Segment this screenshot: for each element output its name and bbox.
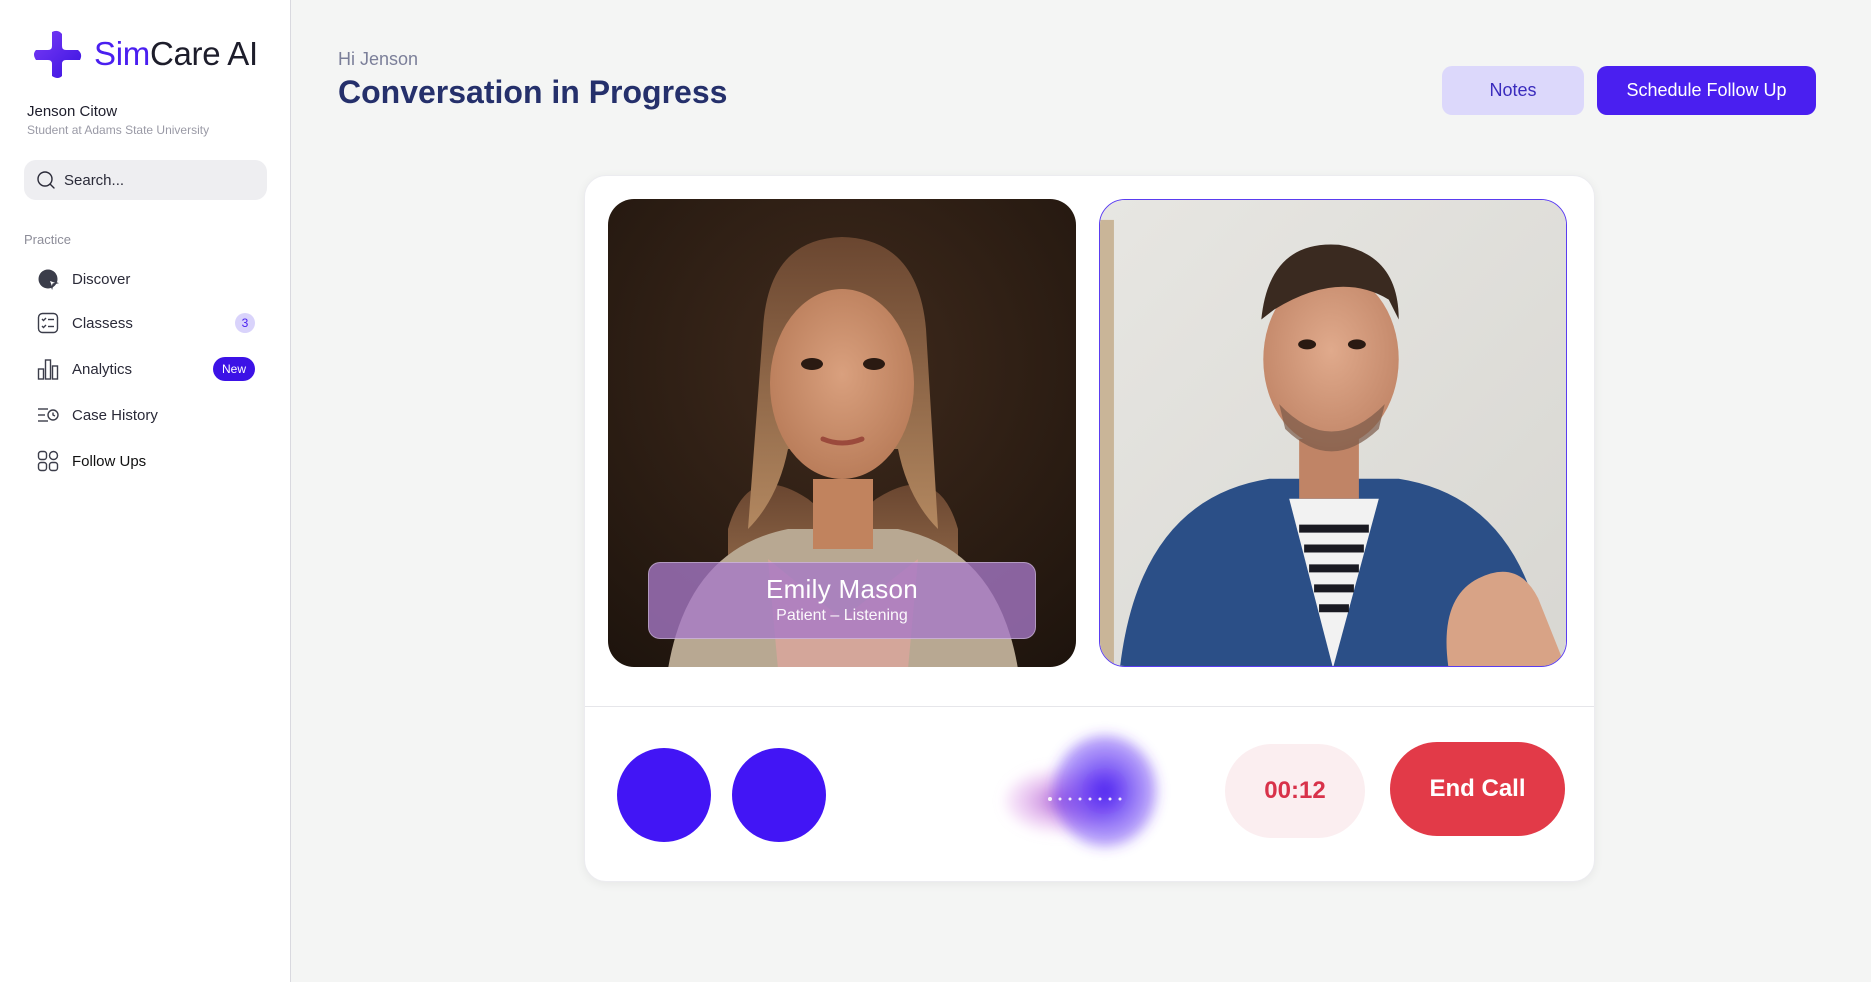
brand-name-part2: Care AI [149,35,258,72]
search-icon [37,171,55,189]
patient-video: Emily Mason Patient – Listening [608,199,1076,667]
count-badge: 3 [235,313,255,333]
user-subtitle: Student at Adams State University [27,123,210,137]
page-title: Conversation in Progress [338,74,728,110]
search-placeholder: Search... [64,171,125,189]
end-call-button[interactable]: End Call [1390,742,1565,836]
brand-logo[interactable]: SimCare AI [32,28,258,80]
sidebar-item-case-history[interactable]: Case History [24,395,267,435]
notes-button[interactable]: Notes [1442,66,1584,115]
history-list-icon [36,403,60,427]
section-label-practice: Practice [24,232,71,247]
grid-icon [36,449,60,473]
logo-mark-icon [34,30,82,78]
voice-activity-orb [1005,735,1157,847]
greeting: Hi Jenson [338,49,419,69]
sidebar-item-discover[interactable]: Discover [24,259,267,299]
sidebar: SimCare AI Jenson Citow Student at Adams… [0,0,291,982]
new-badge: New [212,357,255,381]
card-divider [585,706,1594,707]
sidebar-item-classess[interactable]: Classess 3 [24,303,267,343]
patient-name: Emily Mason [765,574,919,604]
patient-status: Patient – Listening [776,607,908,624]
bar-chart-icon [36,357,60,381]
brand-name: SimCare AI [94,35,258,73]
sidebar-item-follow-ups[interactable]: Follow Ups [24,441,267,481]
camera-toggle-button[interactable] [732,748,826,842]
compass-icon [36,267,60,291]
sidebar-item-label: Case History [72,406,158,424]
user-name: Jenson Citow [27,103,118,120]
student-video-image [1100,200,1566,666]
sidebar-item-label: Analytics [72,360,133,378]
mic-toggle-button[interactable] [617,748,711,842]
brand-name-part1: Sim [94,35,150,72]
checklist-icon [36,311,60,335]
schedule-follow-up-button[interactable]: Schedule Follow Up [1597,66,1816,115]
patient-name-plate: Emily Mason Patient – Listening [648,562,1036,639]
sidebar-item-analytics[interactable]: Analytics New [24,349,267,389]
sidebar-item-label: Discover [72,270,131,288]
sidebar-item-label: Classess [72,314,133,332]
sidebar-item-label: Follow Ups [72,452,147,470]
search-input[interactable]: Search... [24,160,267,200]
call-timer: 00:12 [1225,744,1365,838]
call-panel: Emily Mason Patient – Listening 00:12 En… [584,175,1595,882]
student-video [1099,199,1567,667]
